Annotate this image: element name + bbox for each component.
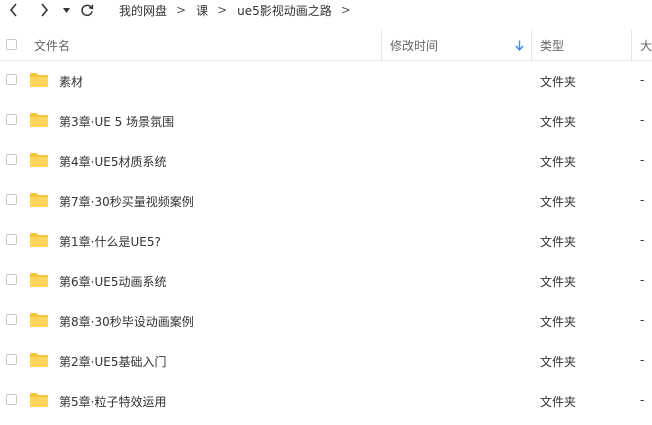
file-row[interactable]: 第8章·30秒毕设动画案例 文件夹 - [0,300,652,340]
column-divider[interactable] [531,30,532,60]
breadcrumb-separator: > [340,3,351,17]
column-name[interactable]: 文件名 [34,30,70,60]
sort-button[interactable] [515,30,524,60]
folder-icon [30,233,48,247]
file-size: - [640,313,645,327]
column-type[interactable]: 类型 [540,30,564,60]
file-name[interactable]: 第7章·30秒买量视频案例 [59,193,194,210]
folder-icon [30,353,48,367]
history-dropdown[interactable] [61,1,71,19]
row-checkbox[interactable] [6,234,17,245]
caret-down-icon [62,7,70,13]
file-type: 文件夹 [540,275,577,289]
file-name[interactable]: 第2章·UE5基础入门 [59,353,166,370]
file-size: - [640,233,645,247]
file-row[interactable]: 第2章·UE5基础入门 文件夹 - [0,340,652,380]
chevron-right-icon [40,3,48,17]
folder-icon [30,393,48,407]
file-size: - [640,353,645,367]
row-checkbox[interactable] [6,114,17,125]
sort-down-arrow-icon [515,40,524,51]
toolbar: 我的网盘 > 课 > ue5影视动画之路 > [0,0,652,22]
file-name[interactable]: 第4章·UE5材质系统 [59,153,166,170]
column-modified[interactable]: 修改时间 [390,30,438,60]
breadcrumb-item[interactable]: ue5影视动画之路 [237,2,332,19]
breadcrumb: 我的网盘 > 课 > ue5影视动画之路 > [119,2,361,18]
file-name[interactable]: 第6章·UE5动画系统 [59,273,166,290]
file-row[interactable]: 第1章·什么是UE5? 文件夹 - [0,220,652,260]
file-row[interactable]: 素材 文件夹 - [0,60,652,100]
file-size: - [640,193,645,207]
breadcrumb-item[interactable]: 我的网盘 [119,2,167,19]
file-row[interactable]: 第5章·粒子特效运用 文件夹 - [0,380,652,420]
row-checkbox[interactable] [6,194,17,205]
file-name[interactable]: 第5章·粒子特效运用 [59,393,166,410]
folder-icon [30,313,48,327]
file-name[interactable]: 第3章·UE 5 场景氛围 [59,113,174,130]
column-size[interactable]: 大 [640,30,652,60]
file-size: - [640,393,645,407]
file-type: 文件夹 [540,235,577,249]
file-type: 文件夹 [540,115,577,129]
file-type: 文件夹 [540,155,577,169]
file-row[interactable]: 第4章·UE5材质系统 文件夹 - [0,140,652,180]
forward-button[interactable] [37,1,51,19]
file-size: - [640,113,645,127]
row-checkbox[interactable] [6,354,17,365]
file-name[interactable]: 第1章·什么是UE5? [59,233,161,250]
breadcrumb-separator: > [176,3,187,17]
file-type: 文件夹 [540,395,577,409]
back-button[interactable] [6,1,20,19]
row-checkbox[interactable] [6,274,17,285]
folder-icon [30,273,48,287]
folder-icon [30,193,48,207]
folder-icon [30,113,48,127]
select-all-checkbox[interactable] [6,39,17,50]
file-name[interactable]: 第8章·30秒毕设动画案例 [59,313,194,330]
file-name[interactable]: 素材 [59,73,83,90]
file-size: - [640,73,645,87]
folder-icon [30,73,48,87]
row-checkbox[interactable] [6,314,17,325]
file-type: 文件夹 [540,355,577,369]
file-type: 文件夹 [540,195,577,209]
folder-icon [30,153,48,167]
refresh-icon [81,4,94,17]
chevron-left-icon [9,3,17,17]
column-divider[interactable] [631,30,632,60]
file-size: - [640,153,645,167]
row-checkbox[interactable] [6,394,17,405]
column-divider[interactable] [381,30,382,60]
breadcrumb-separator: > [217,3,228,17]
file-type: 文件夹 [540,315,577,329]
column-header: 文件名 修改时间 类型 大 [0,30,652,61]
refresh-button[interactable] [79,1,95,19]
file-type: 文件夹 [540,75,577,89]
file-row[interactable]: 第6章·UE5动画系统 文件夹 - [0,260,652,300]
row-checkbox[interactable] [6,74,17,85]
file-row[interactable]: 第7章·30秒买量视频案例 文件夹 - [0,180,652,220]
file-size: - [640,273,645,287]
breadcrumb-item[interactable]: 课 [196,2,208,19]
row-checkbox[interactable] [6,154,17,165]
file-row[interactable]: 第3章·UE 5 场景氛围 文件夹 - [0,100,652,140]
